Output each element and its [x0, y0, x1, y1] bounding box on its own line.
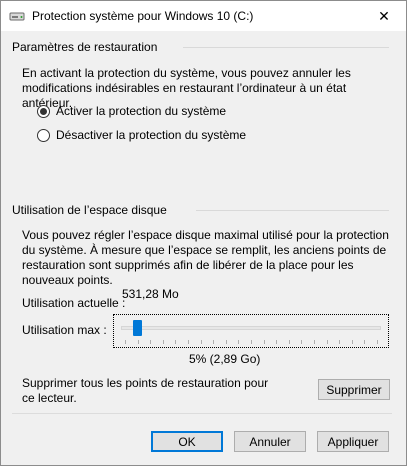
slider-tick [301, 340, 303, 344]
slider-tick [188, 340, 189, 344]
delete-button[interactable]: Supprimer [318, 379, 390, 400]
slider-tick [213, 340, 215, 344]
footer-divider [12, 413, 392, 414]
restore-settings-heading: Paramètres de restauration [12, 40, 158, 54]
slider-tick [251, 340, 252, 344]
slider-tick [351, 340, 353, 344]
slider-track[interactable] [121, 326, 381, 330]
ok-button[interactable]: OK [151, 431, 223, 452]
disk-usage-heading: Utilisation de l’espace disque [12, 203, 167, 217]
slider-tick [175, 340, 177, 344]
max-usage-slider[interactable] [113, 314, 389, 348]
cancel-button-label: Annuler [249, 434, 291, 449]
slider-tick [377, 340, 378, 344]
close-icon[interactable]: ✕ [375, 7, 393, 25]
delete-points-text: Supprimer tous les points de restauratio… [22, 376, 269, 405]
radio-disable-protection[interactable]: Désactiver la protection du système [37, 128, 246, 142]
apply-button[interactable]: Appliquer [317, 431, 389, 452]
max-usage-label: Utilisation max : [22, 323, 107, 337]
current-usage-value: 531,28 Mo [122, 287, 179, 301]
drive-icon [9, 12, 25, 21]
slider-tick [238, 340, 240, 344]
disk-usage-description: Vous pouvez régler l’espace disque maxim… [22, 228, 389, 287]
slider-tick [125, 340, 126, 344]
slider-tick [276, 340, 278, 344]
window-title: Protection système pour Windows 10 (C:) [32, 9, 254, 23]
slider-tick [137, 340, 139, 344]
radio-enable-protection[interactable]: Activer la protection du système [37, 104, 226, 118]
radio-disable-label: Désactiver la protection du système [56, 128, 247, 142]
radio-unchecked-icon [37, 128, 50, 142]
slider-tick [339, 340, 341, 344]
slider-tick [162, 340, 164, 344]
section-divider [183, 47, 389, 48]
slider-tick [150, 340, 152, 344]
slider-tick [364, 340, 366, 344]
slider-tick [326, 340, 328, 344]
radio-enable-label: Activer la protection du système [56, 104, 227, 118]
current-usage-label: Utilisation actuelle : [22, 296, 126, 310]
slider-tick [314, 340, 315, 344]
delete-button-label: Supprimer [326, 382, 382, 397]
cancel-button[interactable]: Annuler [234, 431, 306, 452]
slider-tick [263, 340, 265, 344]
system-protection-dialog: Protection système pour Windows 10 (C:) … [0, 0, 407, 466]
slider-tick [288, 340, 290, 344]
title-bar[interactable]: Protection système pour Windows 10 (C:) … [1, 1, 406, 31]
max-usage-value: 5% (2,89 Go) [189, 352, 261, 366]
slider-tick [225, 340, 227, 344]
ok-button-label: OK [178, 434, 196, 449]
section-divider [196, 210, 389, 211]
slider-tick [200, 340, 202, 344]
radio-checked-icon [37, 104, 50, 118]
apply-button-label: Appliquer [327, 434, 379, 449]
slider-thumb[interactable] [132, 320, 142, 336]
